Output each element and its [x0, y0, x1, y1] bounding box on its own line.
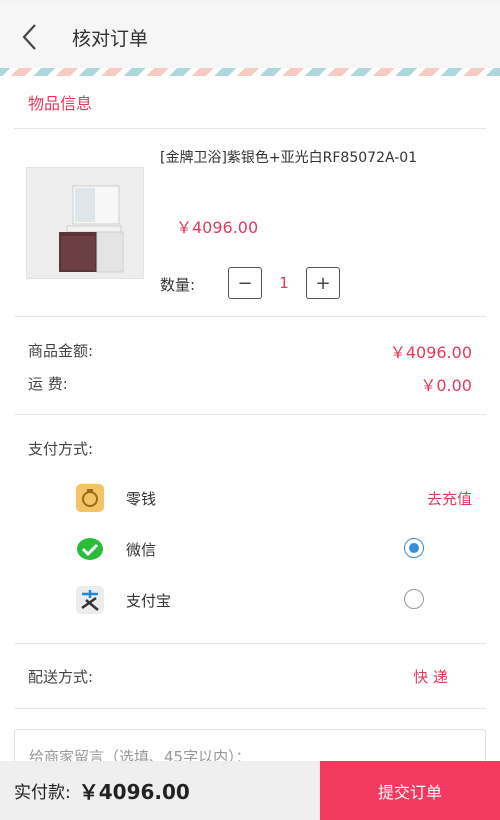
payment-label-alipay: 支付宝	[126, 592, 172, 610]
recharge-link[interactable]: 去充值	[427, 488, 472, 509]
divider	[14, 128, 486, 129]
total-payment-value: ￥4096.00	[78, 780, 190, 804]
header-bar: 核对订单	[0, 6, 500, 68]
alipay-icon	[76, 586, 104, 614]
delivery-method-label: 配送方式:	[28, 668, 94, 686]
goods-amount-label: 商品金额:	[28, 342, 94, 360]
plus-icon: +	[315, 272, 331, 294]
wallet-icon	[76, 484, 104, 512]
divider	[14, 708, 486, 709]
delivery-method-value[interactable]: 快 递	[413, 666, 448, 687]
section-title-product-info: 物品信息	[28, 94, 93, 113]
envelope-stripe-decoration	[0, 68, 500, 76]
wechat-icon	[76, 535, 104, 563]
divider	[14, 643, 486, 644]
page-title: 核对订单	[72, 27, 149, 50]
minus-icon: −	[237, 272, 253, 294]
shipping-fee-value: ￥0.00	[420, 376, 472, 395]
payment-label-wallet: 零钱	[126, 490, 157, 508]
total-payment-label: 实付款:	[14, 783, 71, 803]
shipping-fee-label: 运 费:	[28, 375, 68, 393]
quantity-value[interactable]: 1	[270, 274, 298, 292]
payment-label-wechat: 微信	[126, 541, 157, 559]
quantity-label: 数量:	[160, 276, 196, 294]
bottom-action-bar: 实付款: ￥4096.00 提交订单	[0, 761, 500, 820]
radio-alipay[interactable]	[404, 589, 424, 609]
quantity-plus-button[interactable]: +	[306, 267, 340, 299]
bathroom-cabinet-image	[27, 168, 143, 278]
product-name: [金牌卫浴]紫银色+亚光白RF85072A-01	[160, 150, 418, 166]
product-price: ￥4096.00	[176, 218, 259, 237]
goods-amount-value: ￥4096.00	[389, 343, 472, 362]
divider	[14, 316, 486, 317]
submit-order-button[interactable]: 提交订单	[320, 761, 500, 820]
back-chevron-icon	[22, 24, 36, 50]
total-payment-area: 实付款: ￥4096.00	[0, 761, 320, 820]
radio-wechat[interactable]	[404, 538, 424, 558]
divider	[14, 414, 486, 415]
back-button[interactable]	[0, 6, 60, 68]
product-image[interactable]	[26, 167, 144, 279]
payment-method-title: 支付方式:	[28, 440, 94, 458]
quantity-minus-button[interactable]: −	[228, 267, 262, 299]
